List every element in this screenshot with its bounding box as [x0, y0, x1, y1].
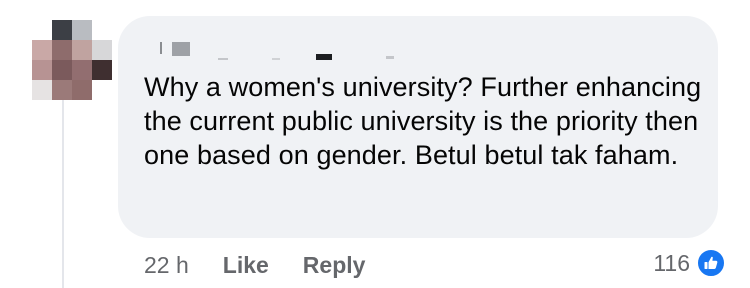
comment-actions: 22 h Like Reply [144, 250, 399, 280]
comment-text: Why a women's university? Further enhanc… [144, 72, 702, 170]
reaction-summary[interactable]: 116 [653, 248, 726, 278]
thread-line [62, 96, 64, 288]
thumbs-up-icon [696, 248, 726, 278]
reaction-count: 116 [653, 249, 690, 276]
author-name-redacted[interactable] [160, 38, 400, 60]
reply-button[interactable]: Reply [303, 252, 366, 279]
like-button[interactable]: Like [223, 252, 269, 279]
avatar[interactable] [32, 20, 112, 100]
comment-bubble: Why a women's university? Further enhanc… [118, 16, 718, 238]
comment-timestamp[interactable]: 22 h [144, 252, 189, 279]
